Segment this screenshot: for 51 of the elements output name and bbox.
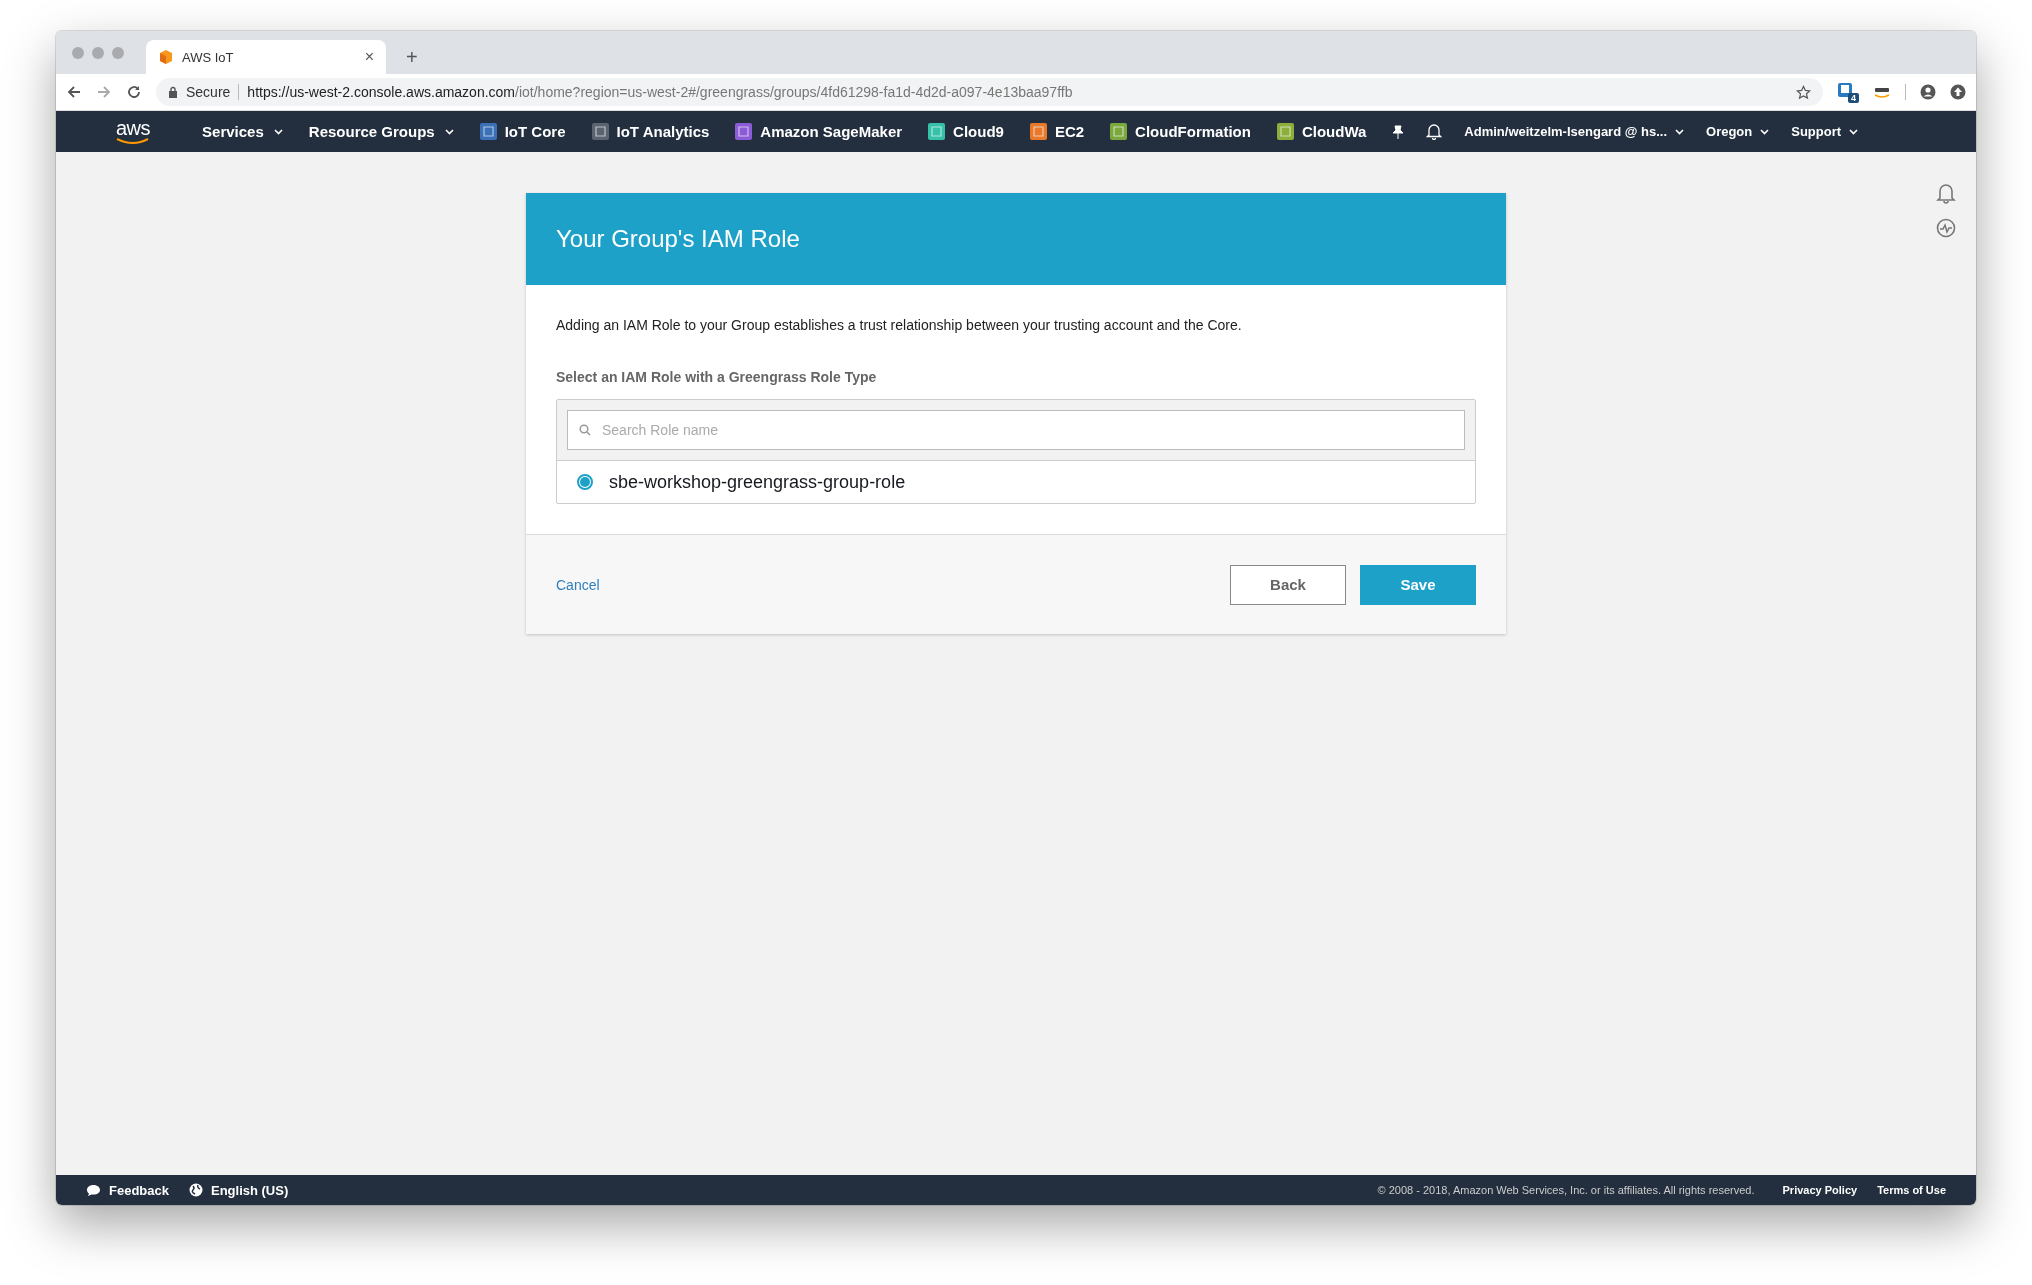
description-text: Adding an IAM Role to your Group establishes a trust relationship between your trusting account and the Core.	[556, 317, 1243, 333]
terms-link[interactable]: Terms of Use	[1877, 1184, 1946, 1196]
aws-logo[interactable]: aws	[116, 118, 151, 145]
field-label: Select an IAM Role with a Greengrass Role Type	[556, 369, 878, 385]
new-tab-button[interactable]: +	[400, 45, 424, 70]
caret-icon	[1760, 128, 1770, 135]
pin-icon[interactable]	[1392, 124, 1405, 139]
service-shortcut[interactable]: IoT Core	[479, 123, 566, 140]
nav-menu[interactable]: Services	[202, 123, 283, 140]
back-button[interactable]: Back	[1230, 564, 1346, 605]
support-menu[interactable]: Support	[1791, 124, 1859, 139]
card-title: Your Group's IAM Role	[526, 193, 1506, 285]
service-shortcut[interactable]: CloudFormation	[1110, 123, 1251, 140]
role-option[interactable]: sbe-workshop-greengrass-group-role	[557, 461, 1475, 503]
profile-icon[interactable]	[1920, 84, 1936, 100]
privacy-link[interactable]: Privacy Policy	[1782, 1184, 1858, 1196]
browser-tab[interactable]: AWS IoT ×	[146, 40, 386, 74]
service-shortcut[interactable]: EC2	[1029, 123, 1085, 140]
chat-icon	[86, 1183, 101, 1197]
reload-icon[interactable]	[126, 84, 142, 100]
caret-icon	[1849, 128, 1859, 135]
language-link[interactable]: English (US)	[189, 1182, 289, 1198]
cube-icon	[158, 49, 174, 65]
address-bar[interactable]: Secure https://us-west-2.console.aws.amazon.com/iot/home?region=us-west-2#/greengrass/groups/4fd61298-fa1d-4d2d-a097-4e13baa97ffb	[156, 78, 1823, 106]
url-text: https://us-west-2.console.aws.amazon.com/iot/home?region=us-west-2#/greengrass/groups/4fd61298-fa1d-4d2d-a097-4e13baa97ffb	[247, 84, 1074, 100]
region-menu[interactable]: Oregon	[1706, 124, 1770, 139]
caret-icon	[1675, 128, 1684, 135]
nav-menu[interactable]: Resource Groups	[308, 123, 454, 140]
feedback-link[interactable]: Feedback	[86, 1182, 169, 1198]
upload-icon[interactable]	[1950, 84, 1966, 100]
search-field[interactable]: Search Role name	[567, 410, 1465, 450]
assistant-extension-icon[interactable]	[1873, 85, 1891, 99]
caret-icon	[444, 128, 454, 135]
star-icon[interactable]	[1796, 84, 1811, 100]
service-shortcut[interactable]: Amazon SageMaker	[735, 123, 903, 140]
cancel-link[interactable]: Cancel	[556, 576, 600, 593]
account-menu[interactable]: Admin/weitzelm-Isengard @ hs...	[1464, 124, 1684, 139]
back-icon[interactable]	[66, 84, 82, 100]
caret-icon	[273, 128, 283, 135]
bell-icon[interactable]	[1426, 123, 1443, 140]
extension-badge: 4	[1848, 92, 1859, 103]
close-tab-button[interactable]: ×	[364, 48, 374, 66]
globe-icon	[189, 1183, 203, 1197]
service-shortcut[interactable]: IoT Analytics	[591, 123, 710, 140]
radio-button[interactable]	[577, 474, 593, 490]
service-shortcut[interactable]: Cloud9	[928, 123, 1004, 140]
secure-label: Secure	[186, 84, 231, 100]
copyright-text: © 2008 - 2018, Amazon Web Services, Inc. or its affiliates. All rights reserved.	[1377, 1184, 1755, 1196]
lock-icon	[168, 86, 178, 98]
service-shortcut[interactable]: CloudWa	[1276, 123, 1367, 140]
activity-icon[interactable]	[1936, 218, 1956, 238]
